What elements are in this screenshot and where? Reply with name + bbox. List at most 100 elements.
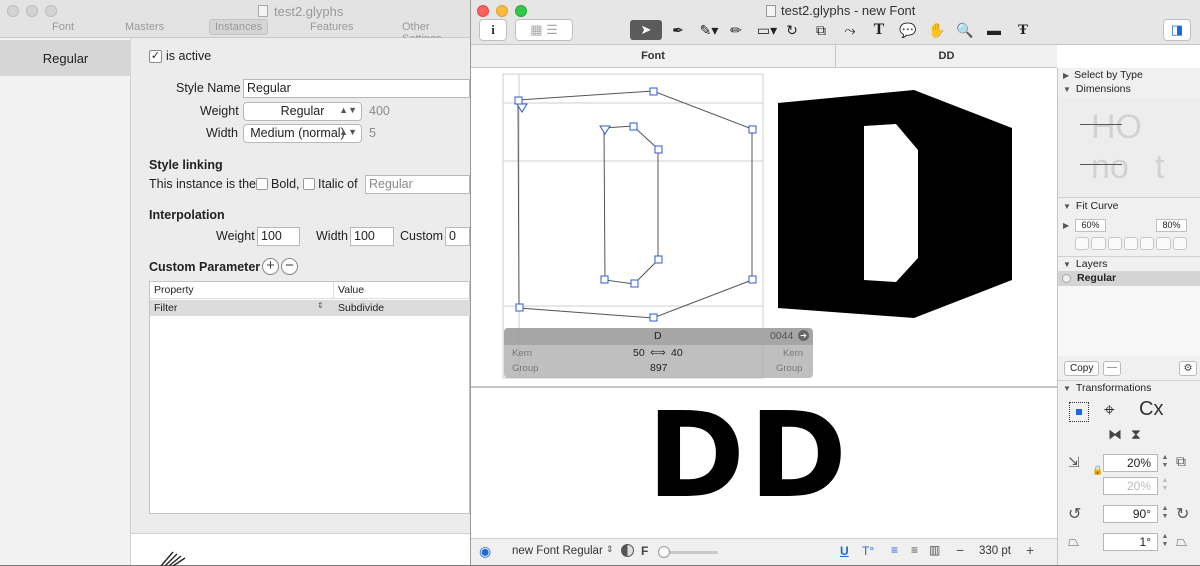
layers-header[interactable]: ▼ Layers	[1063, 258, 1107, 270]
measure-tool[interactable]: ▬	[982, 20, 1006, 40]
size-slider-knob[interactable]	[658, 546, 670, 558]
lsb-value[interactable]: 50	[633, 347, 645, 359]
pencil-tool[interactable]: ✏	[724, 20, 748, 40]
view-mode-toggle[interactable]: ▦ ☰	[515, 19, 573, 41]
weight-popup[interactable]: Regular ▲▼	[243, 102, 362, 121]
popup-arrows-icon[interactable]: ⇕	[606, 544, 614, 555]
rotate-tool[interactable]: ↻	[780, 20, 804, 40]
fit-curve-header[interactable]: ▼ Fit Curve	[1063, 200, 1119, 212]
zoom-out-button[interactable]: −	[956, 542, 964, 558]
zoom-value[interactable]: 330 pt	[979, 545, 1011, 557]
draw-tool[interactable]: ✒	[666, 20, 690, 40]
tab-masters[interactable]: Masters	[125, 21, 164, 33]
info-button[interactable]: i	[479, 19, 507, 41]
unicode-value[interactable]: 0044	[770, 330, 793, 342]
flip-horizontal-icon[interactable]: ⧓	[1108, 426, 1122, 443]
tab-font[interactable]: Font	[52, 21, 74, 33]
eye-icon[interactable]: ◉	[479, 543, 491, 560]
pen-tool[interactable]: ✎▾	[694, 20, 724, 40]
arrow-right-icon[interactable]: ➔	[798, 330, 809, 341]
zoom-in-button[interactable]: +	[1026, 542, 1034, 558]
fit-curve-button[interactable]	[1075, 237, 1090, 250]
tab-features[interactable]: Features	[310, 21, 353, 33]
slant-right-icon[interactable]: ⏢	[1176, 533, 1187, 550]
is-active-checkbox[interactable]: ✓	[149, 50, 162, 63]
select-tool[interactable]: ➤	[630, 20, 662, 40]
remove-parameter-button[interactable]: −	[281, 258, 298, 275]
dim-stem-field-2[interactable]	[1080, 164, 1122, 165]
scale-up-icon[interactable]: ⧉	[1176, 453, 1186, 470]
minimize-button[interactable]	[496, 5, 508, 17]
hand-tool[interactable]: ✋	[925, 20, 949, 40]
table-row[interactable]: Filter ⇕ Subdivide	[150, 300, 471, 316]
flip-vertical-icon[interactable]: ⧗	[1131, 426, 1141, 443]
add-parameter-button[interactable]: +	[262, 258, 279, 275]
dim-stem-field[interactable]	[1080, 124, 1122, 125]
zoom-button[interactable]	[45, 5, 57, 17]
disclosure-right-icon[interactable]: ▶	[1063, 221, 1069, 230]
close-button[interactable]	[7, 5, 19, 17]
text-tool[interactable]: T	[867, 20, 891, 40]
lock-icon[interactable]: 🔒	[1092, 465, 1103, 476]
minimize-button[interactable]	[26, 5, 38, 17]
tab-dd[interactable]: DD	[836, 45, 1057, 68]
rotate-field[interactable]: 90°	[1103, 505, 1158, 523]
fit-curve-button[interactable]	[1123, 237, 1139, 250]
fit-curve-button[interactable]	[1172, 237, 1187, 250]
zoom-tool[interactable]: 🔍	[953, 20, 977, 40]
tab-font[interactable]: Font	[471, 45, 836, 68]
origin-crosshair-icon[interactable]: ⌖	[1104, 400, 1115, 422]
glyph-name[interactable]: D	[654, 330, 662, 342]
bold-checkbox[interactable]	[256, 178, 268, 190]
select-by-type-header[interactable]: ▶ Select by Type	[1063, 69, 1143, 81]
scale-tool[interactable]: ⧉	[809, 20, 833, 40]
scale-field-2[interactable]: 20%	[1103, 477, 1158, 495]
slant-left-icon[interactable]: ⏢	[1068, 533, 1079, 550]
rotate-ccw-icon[interactable]: ↺	[1068, 504, 1081, 524]
metrics-display-icon[interactable]: T°	[862, 544, 874, 558]
transformations-header[interactable]: ▼ Transformations	[1063, 382, 1151, 394]
scale-field[interactable]: 20%	[1103, 454, 1158, 472]
knife-tool[interactable]: ⤳	[838, 20, 862, 40]
interp-custom-field[interactable]: 0	[445, 227, 470, 246]
scale-stepper[interactable]: ▲ ▼	[1160, 454, 1170, 472]
italic-of-field[interactable]: Regular	[365, 175, 470, 194]
fit-curve-button[interactable]	[1091, 237, 1106, 250]
fit-curve-button[interactable]	[1156, 237, 1171, 250]
layer-visibility-icon[interactable]	[1062, 274, 1071, 283]
gear-icon[interactable]: ⚙	[1179, 361, 1197, 376]
zoom-button[interactable]	[515, 5, 527, 17]
rotate-cw-icon[interactable]: ↻	[1176, 504, 1189, 524]
fit-curve-button[interactable]	[1140, 237, 1155, 250]
fit-curve-button[interactable]	[1107, 237, 1122, 250]
style-name-field[interactable]: Regular	[243, 79, 470, 98]
slant-field[interactable]: 1°	[1103, 533, 1158, 551]
align-left-icon[interactable]: ≡	[891, 543, 898, 557]
italic-checkbox[interactable]	[303, 178, 315, 190]
rsb-value[interactable]: 40	[671, 347, 683, 359]
layer-row-regular[interactable]: Regular	[1058, 271, 1200, 286]
shape-tool[interactable]: ▭▾	[752, 20, 782, 40]
interp-weight-field[interactable]: 100	[257, 227, 300, 246]
scale-icon[interactable]: ⇲	[1068, 454, 1080, 471]
link-metrics-icon[interactable]: ⟺	[650, 346, 666, 359]
tab-instances[interactable]: Instances	[209, 19, 269, 35]
copy-button[interactable]: Copy	[1064, 361, 1100, 376]
popup-arrows-icon[interactable]: ⇕	[317, 301, 324, 310]
close-button[interactable]	[477, 5, 489, 17]
justify-icon[interactable]: ▥	[929, 543, 940, 557]
scale-stepper-2[interactable]: ▲ ▼	[1160, 477, 1170, 495]
rotate-stepper[interactable]: ▲ ▼	[1160, 505, 1170, 523]
interp-width-field[interactable]: 100	[350, 227, 394, 246]
bounding-box-icon[interactable]	[1069, 402, 1089, 422]
sidebar-toggle-button[interactable]: ◨	[1163, 19, 1191, 41]
glyph-width-value[interactable]: 897	[650, 362, 668, 374]
sidebar-item-regular[interactable]: Regular	[0, 40, 131, 76]
slant-stepper[interactable]: ▲ ▼	[1160, 533, 1170, 551]
width-popup[interactable]: Medium (normal) ▲▼	[243, 124, 362, 143]
dimensions-header[interactable]: ▼ Dimensions	[1063, 83, 1131, 95]
fit-curve-low-field[interactable]: 60%	[1075, 219, 1106, 232]
color-mode-icon[interactable]	[621, 544, 634, 557]
align-right-icon[interactable]: ≡	[911, 543, 918, 557]
column-header-value[interactable]: Value	[338, 284, 364, 296]
